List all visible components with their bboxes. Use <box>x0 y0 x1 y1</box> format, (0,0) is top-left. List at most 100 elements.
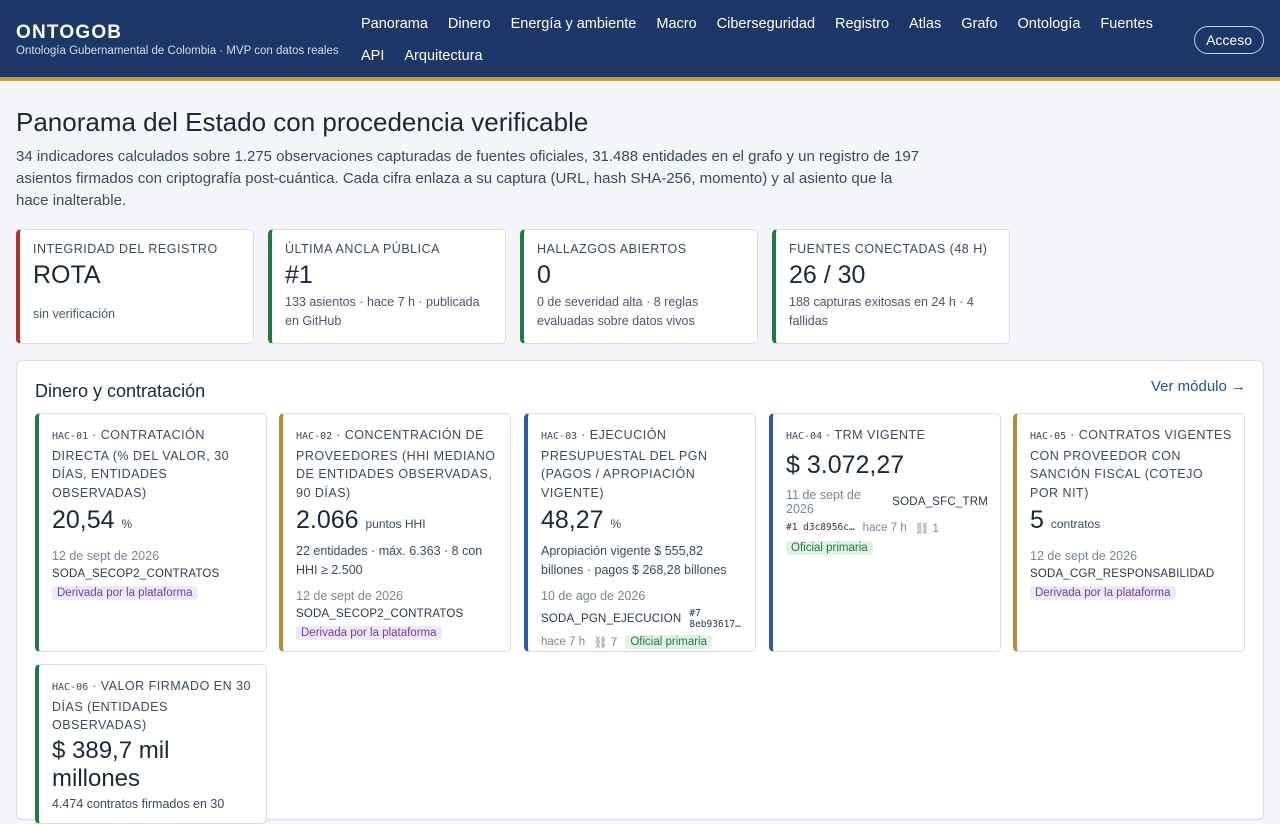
provenance-badge: Derivada por la plataforma <box>52 586 198 600</box>
capture-age: hace 7 h <box>862 521 907 534</box>
indicator-label: HAC-01 · Contratación directa (% del val… <box>52 426 254 502</box>
indicator-code: HAC-01 <box>52 431 89 442</box>
nav-macro[interactable]: Macro <box>646 8 706 40</box>
stat-value: ROTA <box>33 261 101 289</box>
indicator-date: 11 de sept de 2026 <box>786 487 861 516</box>
stat-label: Última ancla pública <box>285 242 440 256</box>
top-navigation-bar: ONTOGOB Ontología Gubernamental de Colom… <box>0 0 1280 81</box>
login-button[interactable]: Acceso <box>1194 26 1264 54</box>
main-nav: Panorama Dinero Energía y ambiente Macro… <box>351 8 1171 72</box>
indicator-source[interactable]: SODA_PGN_EJECUCION <box>541 613 681 625</box>
indicator-code: HAC-05 <box>1030 431 1067 442</box>
stat-label: Fuentes conectadas (48 h) <box>789 242 988 256</box>
chain-link-count[interactable]: ⛓ 7 <box>593 635 617 649</box>
brand-name[interactable]: ONTOGOB <box>16 22 339 44</box>
stat-value: 26 / 30 <box>789 261 866 289</box>
indicator-label: HAC-05 · Contratos vigentes con proveedo… <box>1030 426 1232 502</box>
indicator-detail: Apropiación vigente $ 555,82 billones · … <box>541 544 727 577</box>
nav-ciberseguridad[interactable]: Ciberseguridad <box>707 8 825 40</box>
section-dinero-contratacion: Dinero y contratación Ver módulo → HAC-0… <box>16 360 1264 824</box>
indicator-label: HAC-03 · Ejecución presupuestal del PGN … <box>541 426 743 502</box>
indicator-value: 5 contratos <box>1030 504 1232 540</box>
indicator-meta-row: #1 d3c8956c… hace 7 h ⛓ 1 <box>786 521 988 535</box>
indicator-detail: 4.474 contratos firmados en 30 <box>52 796 225 811</box>
stat-label: Hallazgos abiertos <box>537 242 687 256</box>
ver-modulo-link[interactable]: Ver módulo → <box>1151 378 1246 395</box>
provenance-badge: Oficial primaria <box>625 635 713 649</box>
indicator-code: HAC-06 <box>52 682 89 693</box>
indicator-code: HAC-02 <box>296 431 333 442</box>
nav-api[interactable]: API <box>351 40 394 72</box>
nav-ontologia[interactable]: Ontología <box>1008 8 1091 40</box>
indicator-source[interactable]: SODA_SFC_TRM <box>892 496 988 508</box>
indicator-unit: contratos <box>1050 517 1101 531</box>
indicator-label: HAC-06 · Valor firmado en 30 días (entid… <box>52 677 254 735</box>
stat-note: 0 de severidad alta · 8 reglas evaluadas… <box>537 295 699 328</box>
stat-card-fuentes[interactable]: Fuentes conectadas (48 h) 26 / 30 188 ca… <box>772 229 1010 344</box>
indicator-card-hac-03[interactable]: HAC-03 · Ejecución presupuestal del PGN … <box>524 413 756 652</box>
indicator-code: HAC-04 <box>786 431 823 442</box>
nav-atlas[interactable]: Atlas <box>899 8 951 40</box>
nav-arquitectura[interactable]: Arquitectura <box>394 40 492 72</box>
nav-registro[interactable]: Registro <box>825 8 899 40</box>
provenance-badge: Derivada por la plataforma <box>1030 586 1176 600</box>
brand-subtitle: Ontología Gubernamental de Colombia · MV… <box>16 45 339 57</box>
capture-age: hace 7 h <box>541 636 586 648</box>
indicator-code: HAC-03 <box>541 431 578 442</box>
ledger-hash[interactable]: #1 d3c8956c… <box>786 522 855 533</box>
indicator-date-row: 11 de sept de 2026 SODA_SFC_TRM <box>786 488 988 516</box>
indicator-value: $ 3.072,27 <box>786 450 905 479</box>
nav-fuentes[interactable]: Fuentes <box>1090 8 1162 40</box>
stat-cards: Integridad del registro ROTA sin verific… <box>16 229 1010 344</box>
indicator-card-hac-05[interactable]: HAC-05 · Contratos vigentes con proveedo… <box>1013 413 1245 652</box>
indicator-value-number: 48,27 <box>541 506 604 534</box>
nav-panorama[interactable]: Panorama <box>351 8 438 40</box>
indicator-value: 20,54 % <box>52 504 254 540</box>
indicator-value-number: 5 <box>1030 506 1044 534</box>
nav-grafo[interactable]: Grafo <box>951 8 1007 40</box>
page-intro: 34 indicadores calculados sobre 1.275 ob… <box>16 148 920 209</box>
indicator-title: · TRM vigente <box>822 428 926 442</box>
stat-card-hallazgos[interactable]: Hallazgos abiertos 0 0 de severidad alta… <box>520 229 758 344</box>
indicator-source-row: SODA_PGN_EJECUCION #7 8eb93617… <box>541 608 743 630</box>
indicator-unit: puntos HHI <box>365 517 426 531</box>
indicator-value-number: 20,54 <box>52 506 115 534</box>
indicator-unit: % <box>610 517 622 531</box>
indicator-card-hac-02[interactable]: HAC-02 · Concentración de proveedores (H… <box>279 413 511 652</box>
provenance-badge: Derivada por la plataforma <box>296 626 442 640</box>
stat-note: 188 capturas exitosas en 24 h · 4 fallid… <box>789 295 974 328</box>
nav-energia-ambiente[interactable]: Energía y ambiente <box>501 8 647 40</box>
stat-note: sin verificación <box>33 307 115 321</box>
stat-card-ancla[interactable]: Última ancla pública #1 133 asientos · h… <box>268 229 506 344</box>
stat-value: 0 <box>537 261 551 289</box>
stat-card-integridad[interactable]: Integridad del registro ROTA sin verific… <box>16 229 254 344</box>
indicator-source[interactable]: SODA_CGR_RESPONSABILIDAD <box>1030 568 1232 580</box>
chain-link-count[interactable]: ⛓ 1 <box>915 521 939 535</box>
indicator-unit: % <box>121 517 133 531</box>
indicator-source[interactable]: SODA_SECOP2_CONTRATOS <box>296 608 498 620</box>
indicator-label: HAC-02 · Concentración de proveedores (H… <box>296 426 498 502</box>
indicator-detail: 22 entidades · máx. 6.363 · 8 con HHI ≥ … <box>296 544 483 577</box>
section-title: Dinero y contratación <box>35 381 206 401</box>
indicator-date: 10 de ago de 2026 <box>541 589 646 603</box>
indicator-date: 12 de sept de 2026 <box>1030 549 1138 563</box>
provenance-badge: Oficial primaria <box>786 540 873 555</box>
indicator-label: HAC-04 · TRM vigente <box>786 426 988 447</box>
brand[interactable]: ONTOGOB Ontología Gubernamental de Colom… <box>16 22 339 57</box>
indicator-value-number: 2.066 <box>296 506 359 534</box>
indicator-card-hac-01[interactable]: HAC-01 · Contratación directa (% del val… <box>35 413 267 652</box>
indicator-value: 2.066 puntos HHI <box>296 504 498 540</box>
indicator-date: 12 de sept de 2026 <box>296 589 404 603</box>
indicator-source[interactable]: SODA_SECOP2_CONTRATOS <box>52 568 254 580</box>
ledger-hash[interactable]: #7 8eb93617… <box>689 608 743 630</box>
page-title: Panorama del Estado con procedencia veri… <box>16 107 589 137</box>
indicator-meta-row: hace 7 h ⛓ 7 Oficial primaria <box>541 635 743 649</box>
indicator-card-hac-04[interactable]: HAC-04 · TRM vigente $ 3.072,27 11 de se… <box>769 413 1001 652</box>
stat-label: Integridad del registro <box>33 242 218 256</box>
indicator-value: $ 389,7 mil millones <box>52 736 170 792</box>
indicator-value: 48,27 % <box>541 504 743 540</box>
indicator-date: 12 de sept de 2026 <box>52 549 160 563</box>
indicator-card-hac-06[interactable]: HAC-06 · Valor firmado en 30 días (entid… <box>35 664 267 824</box>
nav-dinero[interactable]: Dinero <box>438 8 501 40</box>
stat-note: 133 asientos · hace 7 h · publicada en G… <box>285 295 480 328</box>
